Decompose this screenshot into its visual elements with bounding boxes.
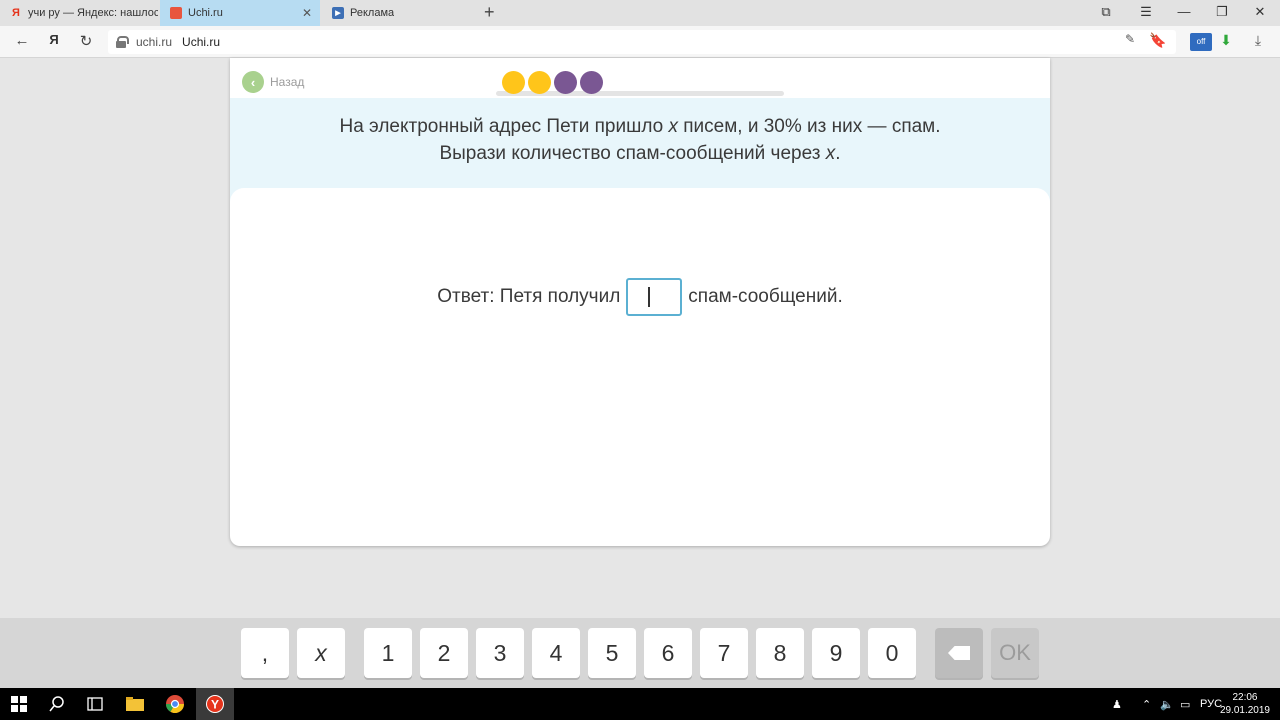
back-label: Назад	[270, 75, 305, 89]
close-window-icon[interactable]: ✕	[1250, 4, 1270, 20]
progress-dots	[502, 71, 606, 94]
network-icon[interactable]: ▭	[1180, 688, 1190, 720]
search-icon[interactable]	[38, 688, 76, 720]
task-text-part: Вырази количество спам-сообщений через	[439, 143, 826, 164]
bookmark-icon[interactable]: 🔖	[1148, 32, 1168, 49]
clock-date: 29.01.2019	[1219, 705, 1270, 716]
task-line-2: Вырази количество спам-сообщений через x…	[230, 140, 1050, 167]
key-0[interactable]: 0	[868, 628, 916, 678]
key-8[interactable]: 8	[756, 628, 804, 678]
close-tab-icon[interactable]: ✕	[302, 6, 312, 20]
variable-x: x	[668, 116, 678, 137]
chrome-icon[interactable]	[156, 688, 194, 720]
reload-icon[interactable]: ↻	[76, 32, 96, 50]
tabs-menu-icon[interactable]: ⧉	[1096, 4, 1116, 20]
play-icon: ▶	[332, 7, 344, 19]
task-line-1: На электронный адрес Пети пришло x писем…	[230, 113, 1050, 140]
progress-dot-done	[528, 71, 551, 94]
tray-chevron-up-icon[interactable]: ⌃	[1142, 688, 1151, 720]
clock[interactable]: 22:06 29.01.2019	[1220, 691, 1270, 717]
variable-x: x	[825, 143, 836, 164]
yandex-home-icon[interactable]: Я	[44, 32, 64, 47]
url-field[interactable]: uchi.ru Uchi.ru	[108, 30, 1176, 54]
url-domain: uchi.ru	[136, 35, 173, 49]
task-text-part: На электронный адрес Пети пришло	[339, 116, 669, 137]
key-7[interactable]: 7	[700, 628, 748, 678]
task-statement: На электронный адрес Пети пришло x писем…	[230, 113, 1050, 167]
task-view-icon[interactable]	[76, 688, 114, 720]
yandex-icon: Я	[12, 7, 20, 19]
answer-prefix: Ответ: Петя получил	[437, 286, 621, 307]
back-arrow-icon[interactable]: ←	[12, 32, 32, 49]
lock-icon	[116, 36, 129, 48]
key-3[interactable]: 3	[476, 628, 524, 678]
task-text-part: писем, и 30% из них — спам.	[677, 116, 941, 137]
tab-reklama[interactable]: ▶ Реклама	[322, 0, 480, 26]
progress-dot-pending	[580, 71, 603, 94]
backspace-button[interactable]	[935, 628, 983, 678]
extension-icon[interactable]: off	[1190, 33, 1212, 51]
text-caret	[648, 287, 651, 307]
file-explorer-icon[interactable]	[116, 688, 154, 720]
browser-tab-bar: Я учи ру — Яндекс: нашлось Uchi.ru ✕ ▶ Р…	[0, 0, 1280, 26]
key-9[interactable]: 9	[812, 628, 860, 678]
progress-dot-pending	[554, 71, 577, 94]
key-2[interactable]: 2	[420, 628, 468, 678]
tab-title: учи ру — Яндекс: нашлось	[28, 7, 158, 19]
address-bar: ← Я ↻ uchi.ru Uchi.ru ✎ 🔖 off ⬇ ⤓	[0, 26, 1280, 58]
lesson-card: ‹ Назад На электронный адрес Пети пришло…	[230, 58, 1050, 546]
people-icon[interactable]: ♟	[1112, 688, 1122, 720]
svg-text:Y: Y	[211, 698, 219, 712]
key-6[interactable]: 6	[644, 628, 692, 678]
hamburger-menu-icon[interactable]: ☰	[1136, 4, 1156, 20]
key-4[interactable]: 4	[532, 628, 580, 678]
url-page-title: Uchi.ru	[182, 35, 221, 49]
tab-uchi[interactable]: Uchi.ru ✕	[160, 0, 320, 26]
volume-icon[interactable]: 🔈	[1160, 688, 1174, 720]
progress-dot-done	[502, 71, 525, 94]
minimize-icon[interactable]: —	[1174, 4, 1194, 19]
answer-suffix: спам-сообщений.	[688, 286, 843, 307]
ok-button[interactable]: OK	[991, 628, 1039, 678]
chevron-left-icon: ‹	[242, 71, 264, 93]
yandex-browser-icon[interactable]: Y	[196, 688, 234, 720]
math-keyboard: , x 1 2 3 4 5 6 7 8 9 0 OK	[0, 618, 1280, 688]
download-extension-icon[interactable]: ⬇	[1216, 32, 1236, 49]
answer-input[interactable]	[626, 278, 683, 316]
backspace-icon	[948, 646, 970, 660]
protect-icon[interactable]: ✎	[1120, 32, 1140, 46]
new-tab-icon[interactable]: +	[484, 2, 495, 23]
key-1[interactable]: 1	[364, 628, 412, 678]
key-5[interactable]: 5	[588, 628, 636, 678]
clock-time: 22:06	[1232, 692, 1258, 703]
key-comma[interactable]: ,	[241, 628, 289, 678]
restore-icon[interactable]: ❐	[1212, 4, 1232, 20]
windows-taskbar: Y ♟ ⌃ 🔈 ▭ РУС 22:06 29.01.2019	[0, 688, 1280, 720]
tab-title: Uchi.ru	[188, 7, 223, 19]
language-indicator[interactable]: РУС	[1200, 688, 1222, 720]
tab-title: Реклама	[350, 7, 395, 19]
windows-start-icon[interactable]	[0, 688, 38, 720]
tab-yandex-search[interactable]: Я учи ру — Яндекс: нашлось	[0, 0, 158, 26]
key-x[interactable]: x	[297, 628, 345, 678]
downloads-icon[interactable]: ⤓	[1248, 32, 1268, 49]
task-text-part: .	[835, 143, 841, 164]
uchi-icon	[170, 7, 182, 19]
answer-row: Ответ: Петя получил спам-сообщений.	[230, 278, 1050, 316]
back-button[interactable]: ‹ Назад	[242, 71, 304, 93]
